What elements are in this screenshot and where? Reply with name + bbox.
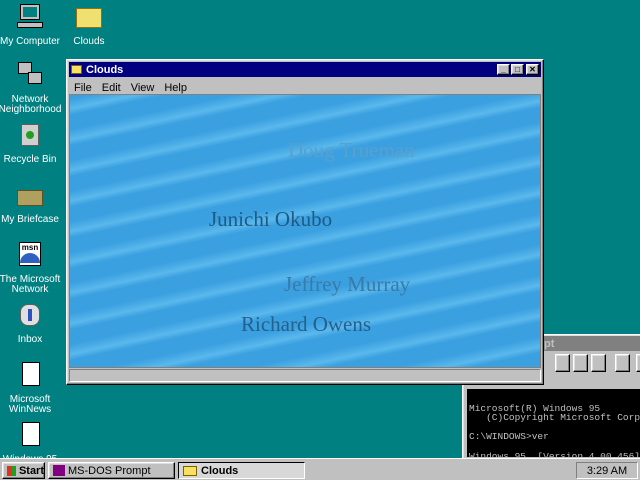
clouds-view: Doug Trueman Junichi Okubo Jeffrey Murra… bbox=[69, 94, 541, 368]
credit-name: Doug Trueman bbox=[288, 138, 415, 162]
desktop-icon-my-computer[interactable]: My Computer bbox=[0, 4, 62, 47]
menu-view[interactable]: View bbox=[131, 82, 155, 94]
dos-console[interactable]: Microsoft(R) Windows 95 (C)Copyright Mic… bbox=[467, 389, 640, 461]
desktop-icon-briefcase[interactable]: My Briefcase bbox=[0, 182, 62, 225]
menu-file[interactable]: File bbox=[74, 82, 92, 94]
mark-icon[interactable] bbox=[555, 354, 570, 372]
network-icon bbox=[14, 62, 46, 92]
desktop-icon-msn[interactable]: msn The Microsoft Network bbox=[0, 242, 62, 295]
inbox-icon bbox=[14, 302, 46, 332]
windows-logo-icon bbox=[7, 465, 16, 476]
clouds-window[interactable]: Clouds _ □ ✕ File Edit View Help Doug Tr… bbox=[66, 59, 544, 385]
close-button[interactable]: ✕ bbox=[526, 64, 539, 75]
properties-icon[interactable] bbox=[636, 354, 640, 372]
taskbar-button-ms-dos[interactable]: MS-DOS Prompt bbox=[48, 462, 175, 479]
computer-icon bbox=[14, 4, 46, 34]
clock[interactable]: 3:29 AM bbox=[576, 462, 638, 479]
fullscreen-icon[interactable] bbox=[615, 354, 630, 372]
menu-help[interactable]: Help bbox=[164, 82, 187, 94]
status-bar bbox=[69, 369, 541, 382]
folder-icon bbox=[183, 465, 197, 476]
document-icon bbox=[14, 362, 46, 392]
folder-icon bbox=[73, 4, 105, 34]
desktop-icon-network[interactable]: Network Neighborhood bbox=[0, 62, 62, 115]
desktop-icon-clouds[interactable]: Clouds bbox=[57, 4, 121, 47]
recycle-bin-icon bbox=[14, 122, 46, 152]
copy-icon[interactable] bbox=[573, 354, 588, 372]
credit-name: Richard Owens bbox=[241, 312, 372, 336]
ms-dos-icon bbox=[53, 465, 65, 476]
start-button[interactable]: Start bbox=[2, 462, 45, 479]
credit-name: Junichi Okubo bbox=[209, 207, 333, 231]
paste-icon[interactable] bbox=[591, 354, 606, 372]
credit-name: Jeffrey Murray bbox=[284, 272, 411, 296]
menu-edit[interactable]: Edit bbox=[102, 82, 121, 94]
briefcase-icon bbox=[14, 182, 46, 212]
desktop-icon-inbox[interactable]: Inbox bbox=[0, 302, 62, 345]
document-icon bbox=[14, 422, 46, 452]
clouds-title-bar[interactable]: Clouds _ □ ✕ bbox=[69, 62, 541, 77]
taskbar-button-clouds[interactable]: Clouds bbox=[178, 462, 305, 479]
minimize-button[interactable]: _ bbox=[497, 64, 510, 75]
maximize-button[interactable]: □ bbox=[511, 64, 524, 75]
folder-icon bbox=[71, 65, 82, 74]
desktop-icon-winnews[interactable]: Microsoft WinNews bbox=[0, 362, 62, 415]
desktop-icon-recycle-bin[interactable]: Recycle Bin bbox=[0, 122, 62, 165]
msn-icon: msn bbox=[14, 242, 46, 272]
